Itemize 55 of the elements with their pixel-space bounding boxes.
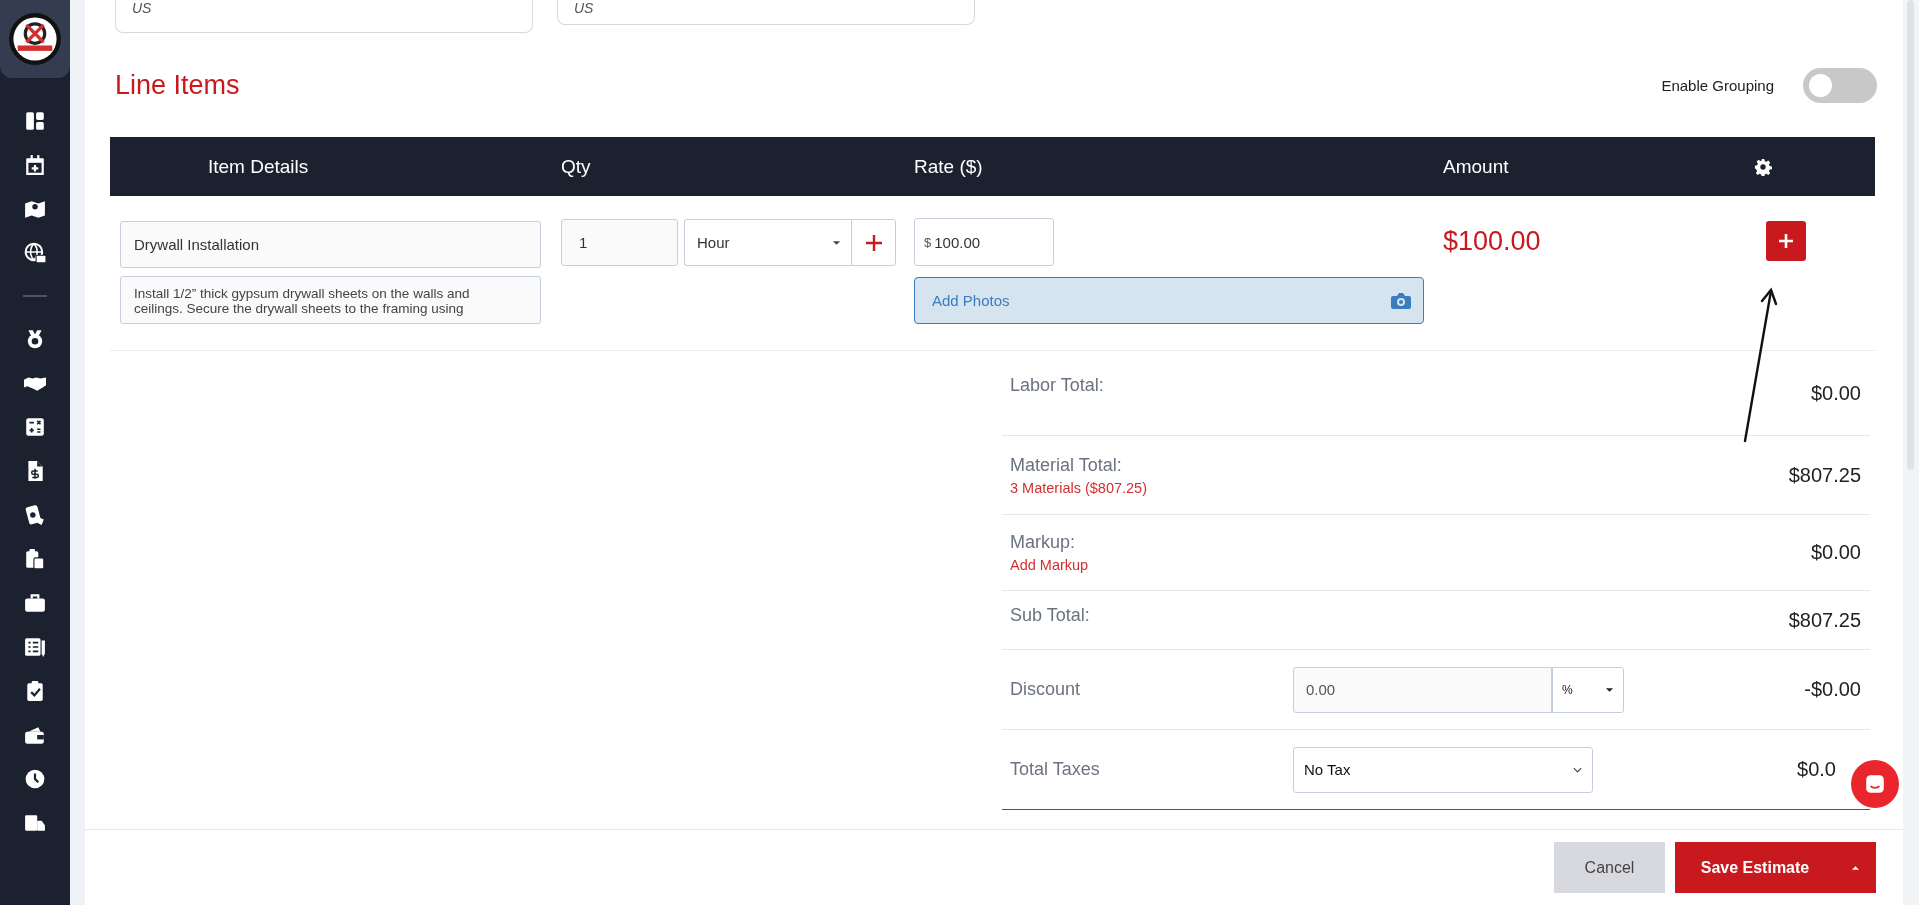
calendar-icon[interactable] [24,154,46,176]
summary-label: Sub Total: [1010,605,1091,626]
summary-value: $807.25 [1788,463,1861,487]
country-field[interactable]: US [557,0,975,25]
column-header: Amount [1442,155,1510,178]
checklist-icon[interactable] [24,636,46,658]
summary-value: -$0.00 [1804,678,1861,701]
summary-label: Total Taxes [1010,759,1101,780]
cancel-button[interactable]: Cancel [1554,842,1665,893]
camera-icon [1391,292,1411,309]
discount-unit-select[interactable]: % [1552,666,1624,713]
logo-icon[interactable] [8,12,62,66]
caret-icon [832,239,841,246]
clock-icon[interactable] [24,768,46,790]
description-field[interactable]: Install 1/2” thick gypsum drywall sheets on the walls and ceilings. Secure the drywall sheets to the framing using [120,276,541,324]
summary-link[interactable]: Add Markup [1010,557,1293,573]
summary-value: $0.00 [1810,381,1861,405]
calculator-icon[interactable] [24,416,46,438]
caret-icon [1605,686,1614,693]
summary-label: Discount [1010,679,1082,700]
summary-value: $807.25 [1788,608,1861,632]
clipboard-icon[interactable] [24,548,46,570]
add-item-button[interactable] [1766,221,1806,261]
chevron-icon [1573,766,1582,773]
grouping-toggle[interactable] [1803,67,1877,103]
column-header: Rate ($) [913,155,984,178]
summary-label: Material Total: [1010,454,1123,476]
briefcase-icon[interactable] [24,592,46,614]
globe-icon[interactable] [24,242,46,264]
settings-icon[interactable] [1753,157,1772,176]
caret-icon [1851,864,1860,871]
add-unit-button[interactable] [851,219,896,266]
country-field[interactable]: US [115,0,533,33]
summary-value: $0.0 [1797,758,1836,781]
summary-link[interactable]: 3 Materials ($807.25) [1010,479,1293,496]
chat-icon [1864,773,1886,795]
amount-text: $100.00 [1443,225,1541,258]
summary-value: $0.00 [1810,541,1861,564]
unit-select[interactable]: Hour [684,219,851,266]
rate-field[interactable]: $ 100.00 [914,218,1054,266]
summary-label: Labor Total: [1010,375,1105,396]
column-header: Qty [560,155,592,178]
item-name-field[interactable]: Drywall Installation [120,221,541,268]
toggle-label: Enable Grouping [1661,76,1774,94]
clipboard-check-icon[interactable] [24,680,46,702]
column-header: Item Details [207,155,310,178]
qty-field[interactable]: 1 [561,219,678,266]
section-title: Line Items [115,69,240,101]
tax-select[interactable]: No Tax [1293,746,1593,793]
plus-icon [1776,231,1796,251]
plus-icon [863,232,884,253]
dashboard-icon[interactable] [24,110,46,132]
discount-field[interactable]: 0.00 [1293,666,1552,713]
map-icon[interactable] [24,198,46,220]
summary-label: Markup: [1010,532,1077,553]
